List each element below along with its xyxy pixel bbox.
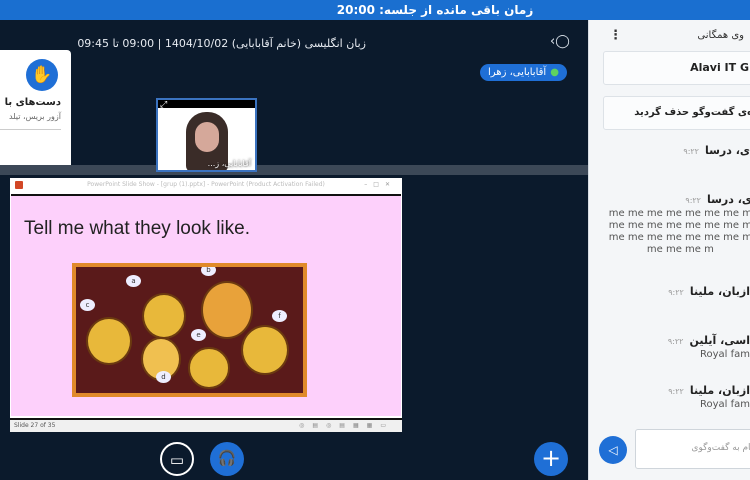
- raise-hand-icon: ✋: [26, 59, 58, 91]
- sender-name: ی، درسا: [706, 193, 750, 206]
- message-line: me me me m: [646, 244, 714, 255]
- view-buttons[interactable]: ◎▤◎▤▦▦▭: [299, 420, 394, 432]
- label-e: e: [191, 329, 206, 341]
- character: [241, 325, 289, 375]
- webcam-header: [158, 100, 255, 108]
- message-time: ۹:۲۲: [667, 337, 684, 346]
- slide: Tell me what they look like. a b c d e f: [11, 194, 401, 416]
- camera-off-button[interactable]: ▭: [160, 442, 194, 476]
- sender-name: ی، درسا: [704, 144, 750, 157]
- slide-counter: Slide 27 of 35: [14, 422, 56, 429]
- chat-message: اسی، آیلین ۹:۲۲ Royal fam: [668, 334, 750, 361]
- message-line: me me me me me me me m: [608, 220, 750, 231]
- popup-subtitle: آزور بریس، تیلد: [8, 112, 61, 121]
- users-toggle-icon[interactable]: ‹◯: [550, 34, 570, 49]
- message-body: Royal fam: [699, 399, 750, 410]
- divider-strip: [0, 165, 588, 175]
- label-a: a: [126, 275, 141, 287]
- chat-message: ی، درسا ۹:۲۲: [683, 144, 750, 157]
- chat-title: وی همگانی: [697, 30, 744, 41]
- message-time: ۹:۲۲: [685, 196, 701, 205]
- webcam-tile[interactable]: ⤢ آقابابایی، ز...: [156, 98, 257, 172]
- screen-share: PowerPoint Slide Show - [grup (1).pptx] …: [10, 178, 402, 432]
- message-line: me me me me me me me m: [608, 208, 750, 219]
- sender-name: ازبان، ملینا: [689, 285, 750, 298]
- ppt-statusbar: Slide 27 of 35 ◎▤◎▤▦▦▭: [10, 418, 402, 432]
- message-time: ۹:۲۲: [668, 288, 684, 297]
- chat-cleared-notice: ه‌ی گفت‌وگو حذف گردید: [603, 96, 750, 130]
- chat-panel: ⋮ وی همگانی Alavi IT G ه‌ی گفت‌وگو حذف گ…: [588, 20, 750, 480]
- sender-name: اسی، آیلین: [689, 334, 750, 347]
- raised-hands-popup[interactable]: ✋ دست‌های با آزور بریس، تیلد: [0, 50, 71, 171]
- chat-message: ازبان، ملینا ۹:۲۲: [668, 285, 750, 298]
- popup-title: دست‌های با: [4, 97, 61, 108]
- send-button[interactable]: ◁: [599, 436, 627, 464]
- label-b: b: [201, 267, 216, 276]
- window-controls: –□✕: [364, 181, 396, 188]
- slide-title: Tell me what they look like.: [24, 218, 250, 239]
- slide-illustration: a b c d e f: [72, 263, 307, 397]
- message-body: Royal fam: [699, 349, 750, 360]
- message-time: ۹:۲۲: [668, 387, 684, 396]
- chat-message: ازبان، ملینا ۹:۲۲ Royal fam: [668, 384, 750, 411]
- meeting-title: زبان انگلیسی (خانم آقابابایی) 1404/10/02…: [77, 37, 366, 50]
- character: [142, 293, 186, 339]
- sender-name: ازبان، ملینا: [689, 384, 750, 397]
- label-f: f: [272, 310, 287, 322]
- meeting-area: زبان انگلیسی (خانم آقابابایی) 1404/10/02…: [0, 20, 588, 480]
- input-placeholder: پیام به گفت‌وگوی: [691, 443, 750, 453]
- ppt-titlebar: PowerPoint Slide Show - [grup (1).pptx] …: [10, 178, 402, 192]
- participant-face: [195, 122, 219, 152]
- headphones-button[interactable]: 🎧: [210, 442, 244, 476]
- message-line: me me me me me me me m: [608, 232, 750, 243]
- session-timer: زمان باقی مانده از جلسه: 20:00: [336, 3, 534, 17]
- label-c: c: [80, 299, 95, 311]
- window-title: PowerPoint Slide Show - [grup (1).pptx] …: [87, 181, 325, 188]
- webcam-name: آقابابایی، ز...: [207, 159, 251, 168]
- microphone-icon: ●: [550, 67, 559, 78]
- chat-message: ی، درسا۹:۲۲ me me me me me me me m me me …: [609, 193, 750, 256]
- talking-indicator: ●آقابابایی، زهرا: [480, 64, 567, 81]
- session-timer-bar: زمان باقی مانده از جلسه: 20:00: [0, 0, 750, 20]
- chat-message-input[interactable]: پیام به گفت‌وگوی: [635, 429, 750, 469]
- message-time: ۹:۲۲: [683, 147, 699, 156]
- more-options-icon[interactable]: ⋮: [609, 28, 622, 43]
- character: [188, 347, 230, 389]
- label-d: d: [156, 371, 171, 383]
- welcome-banner: Alavi IT G: [603, 51, 750, 85]
- powerpoint-icon: [15, 181, 23, 189]
- divider: [0, 129, 61, 130]
- actions-plus-button[interactable]: +: [534, 442, 568, 476]
- message-body: me me me me me me me m me me me me me me …: [609, 208, 750, 256]
- character: [201, 281, 253, 339]
- talker-name: آقابابایی، زهرا: [488, 67, 547, 78]
- character: [86, 317, 132, 365]
- expand-icon[interactable]: ⤢: [160, 100, 167, 110]
